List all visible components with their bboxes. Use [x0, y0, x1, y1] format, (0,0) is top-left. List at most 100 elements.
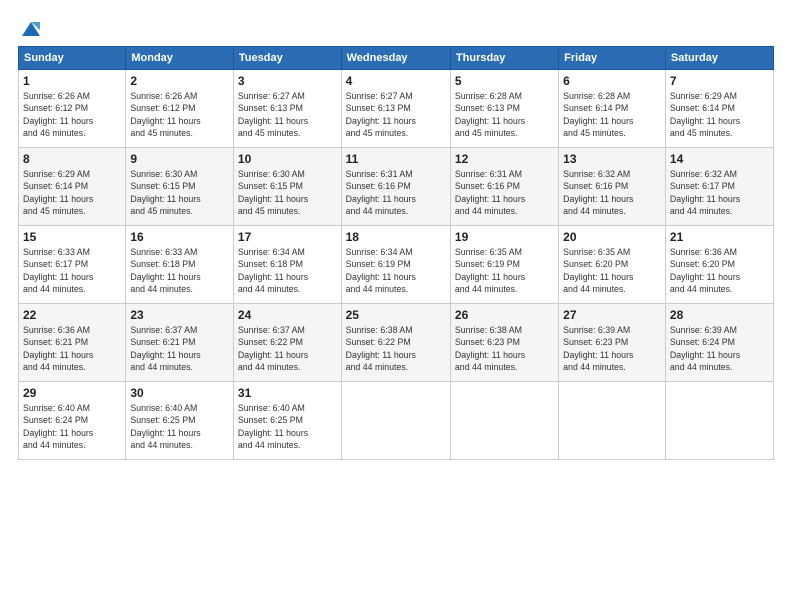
calendar-cell: 12Sunrise: 6:31 AMSunset: 6:16 PMDayligh…	[450, 148, 558, 226]
calendar-cell: 4 Sunrise: 6:27 AMSunset: 6:13 PMDaylight…	[341, 70, 450, 148]
calendar-cell: 19 Sunrise: 6:35 AMSunset: 6:19 PMDayligh…	[450, 226, 558, 304]
calendar-cell: 25 Sunrise: 6:38 AMSunset: 6:22 PMDayligh…	[341, 304, 450, 382]
calendar-cell: 2 Sunrise: 6:26 AMSunset: 6:12 PMDaylight…	[126, 70, 234, 148]
day-info: Sunrise: 6:36 AMSunset: 6:20 PMDaylight:…	[670, 246, 769, 295]
day-number: 4	[346, 74, 446, 88]
header	[18, 18, 774, 36]
calendar-header-sunday: Sunday	[19, 47, 126, 70]
day-info: Sunrise: 6:38 AMSunset: 6:22 PMDaylight:…	[346, 324, 446, 373]
calendar-header-friday: Friday	[559, 47, 666, 70]
day-info: Sunrise: 6:33 AMSunset: 6:17 PMDaylight:…	[23, 246, 121, 295]
calendar-cell: 6Sunrise: 6:28 AMSunset: 6:14 PMDaylight…	[559, 70, 666, 148]
day-info: Sunrise: 6:27 AMSunset: 6:13 PMDaylight:…	[346, 90, 446, 139]
calendar-cell: 9 Sunrise: 6:30 AMSunset: 6:15 PMDaylight…	[126, 148, 234, 226]
calendar-cell: 28 Sunrise: 6:39 AMSunset: 6:24 PMDayligh…	[665, 304, 773, 382]
day-info: Sunrise: 6:36 AMSunset: 6:21 PMDaylight:…	[23, 324, 121, 373]
day-info: Sunrise: 6:32 AMSunset: 6:17 PMDaylight:…	[670, 168, 769, 217]
day-number: 2	[130, 74, 229, 88]
day-number: 18	[346, 230, 446, 244]
day-number: 7	[670, 74, 769, 88]
calendar-cell	[665, 382, 773, 460]
calendar-header-tuesday: Tuesday	[233, 47, 341, 70]
day-number: 16	[130, 230, 229, 244]
day-info: Sunrise: 6:28 AMSunset: 6:14 PMDaylight:…	[563, 90, 661, 139]
calendar-cell: 8 Sunrise: 6:29 AMSunset: 6:14 PMDaylight…	[19, 148, 126, 226]
day-info: Sunrise: 6:30 AMSunset: 6:15 PMDaylight:…	[130, 168, 229, 217]
page: SundayMondayTuesdayWednesdayThursdayFrid…	[0, 0, 792, 612]
day-info: Sunrise: 6:38 AMSunset: 6:23 PMDaylight:…	[455, 324, 554, 373]
calendar-header-wednesday: Wednesday	[341, 47, 450, 70]
calendar-week-3: 15 Sunrise: 6:33 AMSunset: 6:17 PMDayligh…	[19, 226, 774, 304]
day-number: 3	[238, 74, 337, 88]
day-number: 22	[23, 308, 121, 322]
day-info: Sunrise: 6:37 AMSunset: 6:22 PMDaylight:…	[238, 324, 337, 373]
day-info: Sunrise: 6:40 AMSunset: 6:25 PMDaylight:…	[238, 402, 337, 451]
day-number: 20	[563, 230, 661, 244]
logo	[18, 18, 42, 36]
day-info: Sunrise: 6:40 AMSunset: 6:24 PMDaylight:…	[23, 402, 121, 451]
day-number: 23	[130, 308, 229, 322]
calendar-week-1: 1 Sunrise: 6:26 AMSunset: 6:12 PMDaylight…	[19, 70, 774, 148]
day-number: 30	[130, 386, 229, 400]
calendar-cell: 15 Sunrise: 6:33 AMSunset: 6:17 PMDayligh…	[19, 226, 126, 304]
day-info: Sunrise: 6:30 AMSunset: 6:15 PMDaylight:…	[238, 168, 337, 217]
day-number: 9	[130, 152, 229, 166]
calendar-cell: 24 Sunrise: 6:37 AMSunset: 6:22 PMDayligh…	[233, 304, 341, 382]
calendar-cell: 22 Sunrise: 6:36 AMSunset: 6:21 PMDayligh…	[19, 304, 126, 382]
calendar-cell: 26 Sunrise: 6:38 AMSunset: 6:23 PMDayligh…	[450, 304, 558, 382]
calendar-cell: 18Sunrise: 6:34 AMSunset: 6:19 PMDayligh…	[341, 226, 450, 304]
calendar-cell: 1 Sunrise: 6:26 AMSunset: 6:12 PMDaylight…	[19, 70, 126, 148]
calendar-cell: 7 Sunrise: 6:29 AMSunset: 6:14 PMDaylight…	[665, 70, 773, 148]
day-info: Sunrise: 6:32 AMSunset: 6:16 PMDaylight:…	[563, 168, 661, 217]
calendar-cell: 11Sunrise: 6:31 AMSunset: 6:16 PMDayligh…	[341, 148, 450, 226]
calendar-cell: 3 Sunrise: 6:27 AMSunset: 6:13 PMDaylight…	[233, 70, 341, 148]
calendar-week-2: 8 Sunrise: 6:29 AMSunset: 6:14 PMDaylight…	[19, 148, 774, 226]
calendar-header-row: SundayMondayTuesdayWednesdayThursdayFrid…	[19, 47, 774, 70]
day-number: 19	[455, 230, 554, 244]
day-number: 12	[455, 152, 554, 166]
calendar-header-saturday: Saturday	[665, 47, 773, 70]
calendar-cell: 14 Sunrise: 6:32 AMSunset: 6:17 PMDayligh…	[665, 148, 773, 226]
day-info: Sunrise: 6:39 AMSunset: 6:24 PMDaylight:…	[670, 324, 769, 373]
day-number: 8	[23, 152, 121, 166]
day-number: 1	[23, 74, 121, 88]
day-info: Sunrise: 6:35 AMSunset: 6:19 PMDaylight:…	[455, 246, 554, 295]
day-number: 14	[670, 152, 769, 166]
day-info: Sunrise: 6:37 AMSunset: 6:21 PMDaylight:…	[130, 324, 229, 373]
day-info: Sunrise: 6:29 AMSunset: 6:14 PMDaylight:…	[670, 90, 769, 139]
day-info: Sunrise: 6:31 AMSunset: 6:16 PMDaylight:…	[346, 168, 446, 217]
day-number: 24	[238, 308, 337, 322]
day-info: Sunrise: 6:27 AMSunset: 6:13 PMDaylight:…	[238, 90, 337, 139]
calendar-week-5: 29 Sunrise: 6:40 AMSunset: 6:24 PMDayligh…	[19, 382, 774, 460]
day-number: 15	[23, 230, 121, 244]
calendar-cell: 29 Sunrise: 6:40 AMSunset: 6:24 PMDayligh…	[19, 382, 126, 460]
calendar-cell: 10 Sunrise: 6:30 AMSunset: 6:15 PMDayligh…	[233, 148, 341, 226]
calendar-header-monday: Monday	[126, 47, 234, 70]
day-number: 25	[346, 308, 446, 322]
day-info: Sunrise: 6:39 AMSunset: 6:23 PMDaylight:…	[563, 324, 661, 373]
day-number: 21	[670, 230, 769, 244]
calendar-cell	[341, 382, 450, 460]
day-number: 29	[23, 386, 121, 400]
day-info: Sunrise: 6:26 AMSunset: 6:12 PMDaylight:…	[130, 90, 229, 139]
day-info: Sunrise: 6:33 AMSunset: 6:18 PMDaylight:…	[130, 246, 229, 295]
calendar-cell	[450, 382, 558, 460]
day-info: Sunrise: 6:35 AMSunset: 6:20 PMDaylight:…	[563, 246, 661, 295]
calendar-header-thursday: Thursday	[450, 47, 558, 70]
day-info: Sunrise: 6:40 AMSunset: 6:25 PMDaylight:…	[130, 402, 229, 451]
calendar-cell: 13Sunrise: 6:32 AMSunset: 6:16 PMDayligh…	[559, 148, 666, 226]
calendar-cell: 20 Sunrise: 6:35 AMSunset: 6:20 PMDayligh…	[559, 226, 666, 304]
day-number: 27	[563, 308, 661, 322]
calendar-cell: 30 Sunrise: 6:40 AMSunset: 6:25 PMDayligh…	[126, 382, 234, 460]
calendar-cell: 17Sunrise: 6:34 AMSunset: 6:18 PMDayligh…	[233, 226, 341, 304]
day-number: 26	[455, 308, 554, 322]
day-info: Sunrise: 6:34 AMSunset: 6:18 PMDaylight:…	[238, 246, 337, 295]
day-number: 10	[238, 152, 337, 166]
day-number: 28	[670, 308, 769, 322]
calendar-cell: 16 Sunrise: 6:33 AMSunset: 6:18 PMDayligh…	[126, 226, 234, 304]
calendar-cell: 31Sunrise: 6:40 AMSunset: 6:25 PMDayligh…	[233, 382, 341, 460]
day-info: Sunrise: 6:29 AMSunset: 6:14 PMDaylight:…	[23, 168, 121, 217]
calendar-cell: 5Sunrise: 6:28 AMSunset: 6:13 PMDaylight…	[450, 70, 558, 148]
day-info: Sunrise: 6:26 AMSunset: 6:12 PMDaylight:…	[23, 90, 121, 139]
day-info: Sunrise: 6:28 AMSunset: 6:13 PMDaylight:…	[455, 90, 554, 139]
